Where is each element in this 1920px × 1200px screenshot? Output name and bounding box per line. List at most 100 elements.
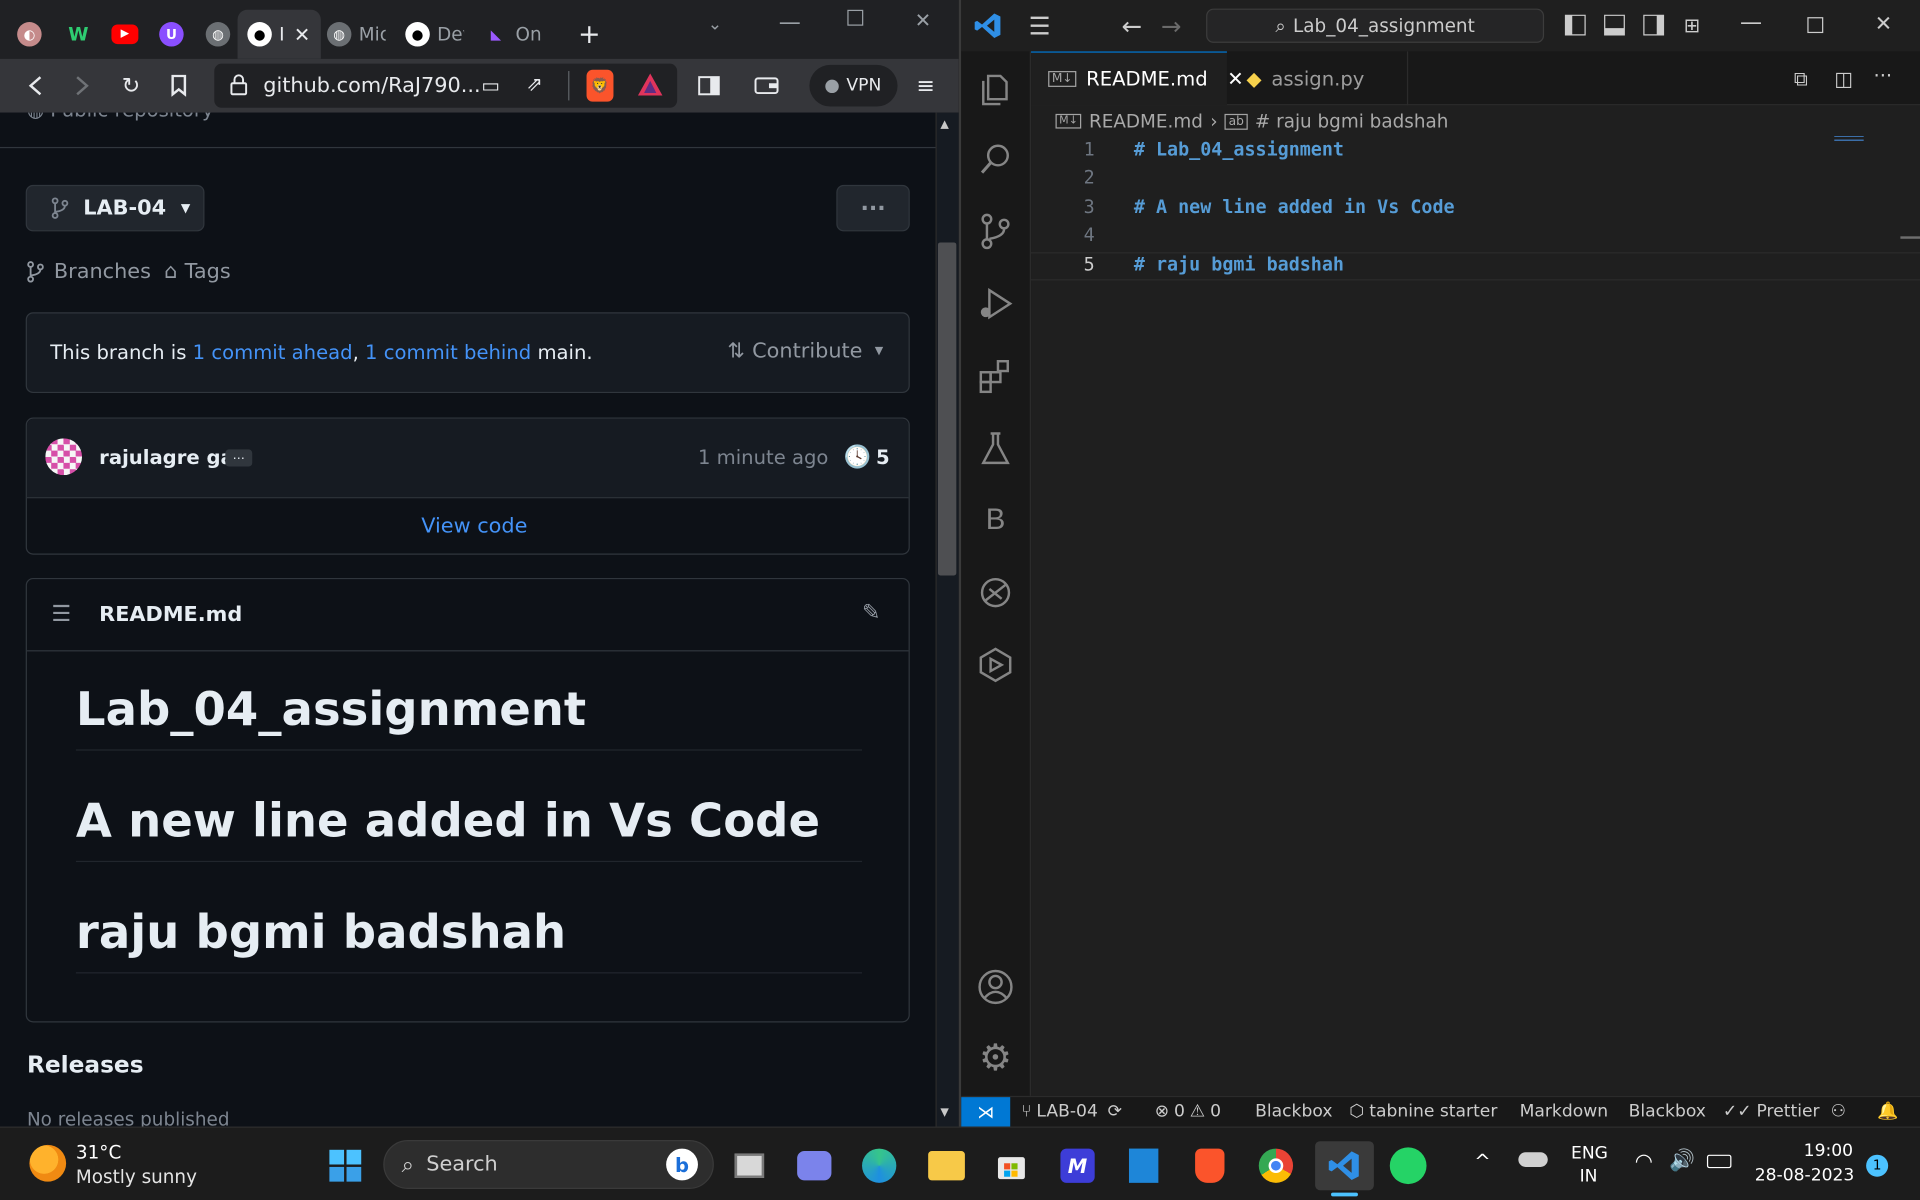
- customize-layout-icon[interactable]: ⊞: [1684, 13, 1700, 36]
- forward-icon[interactable]: [67, 71, 96, 100]
- tab-youtube[interactable]: ▶: [111, 10, 139, 59]
- status-language[interactable]: Markdown: [1520, 1102, 1609, 1122]
- reload-icon[interactable]: ↻: [116, 71, 145, 100]
- new-tab-icon[interactable]: +: [578, 20, 601, 51]
- minimize-icon[interactable]: —: [1740, 10, 1762, 36]
- toggle-panel-icon[interactable]: [1604, 14, 1625, 36]
- address-bar[interactable]: github.com/RaJ790... ▭ ⇗ 🦁: [214, 63, 678, 108]
- commits-behind-link[interactable]: 1 commit behind: [365, 340, 531, 363]
- blackbox-icon[interactable]: B: [973, 498, 1017, 542]
- feedback-icon[interactable]: ⚇: [1831, 1102, 1846, 1122]
- back-icon[interactable]: [21, 71, 50, 100]
- ms-store-icon[interactable]: [987, 1141, 1036, 1190]
- weather-sun-icon[interactable]: [29, 1144, 67, 1182]
- volume-icon[interactable]: 🔊: [1669, 1149, 1695, 1173]
- show-hidden-icons-icon[interactable]: ^: [1474, 1150, 1490, 1173]
- toggle-sidebar-icon[interactable]: [1564, 14, 1586, 36]
- command-center-search[interactable]: ⌕ Lab_04_assignment: [1206, 8, 1545, 43]
- scrollbar-thumb[interactable]: [937, 242, 957, 576]
- more-actions-icon[interactable]: ···: [1873, 64, 1892, 87]
- extensions-icon[interactable]: [973, 354, 1017, 398]
- edit-pencil-icon[interactable]: ✎: [862, 600, 880, 626]
- sidebar-icon[interactable]: [694, 71, 723, 100]
- tab-github-active[interactable]: ● I ✕: [237, 9, 321, 59]
- source-control-icon[interactable]: [973, 209, 1017, 253]
- code-line[interactable]: 1 # Lab_04_assignment: [1031, 138, 1920, 166]
- wifi-icon[interactable]: ◠: [1635, 1150, 1653, 1174]
- vscode-taskbar-icon[interactable]: [1315, 1141, 1374, 1191]
- status-tabnine[interactable]: ⬡ tabnine starter: [1349, 1102, 1497, 1122]
- battery-icon[interactable]: [1706, 1154, 1732, 1169]
- branches-link[interactable]: Branches: [27, 260, 151, 284]
- start-button[interactable]: [321, 1141, 370, 1190]
- maximize-icon[interactable]: [1807, 17, 1824, 34]
- brave-browser-icon[interactable]: [1185, 1141, 1234, 1190]
- vpn-button[interactable]: VPN: [809, 64, 898, 107]
- breadcrumb-file[interactable]: README.md: [1089, 110, 1203, 132]
- settings-gear-icon[interactable]: ⚙: [973, 1036, 1017, 1080]
- tab-profile[interactable]: ◐: [17, 10, 42, 59]
- status-branch[interactable]: ⑂ LAB-04 ⟳: [1021, 1102, 1122, 1122]
- status-blackbox[interactable]: Blackbox: [1255, 1102, 1332, 1122]
- clock-time[interactable]: 19:00: [1804, 1141, 1853, 1161]
- tags-link[interactable]: ⌂ Tags: [164, 260, 231, 284]
- outline-icon[interactable]: ☰: [51, 601, 71, 627]
- status-prettier[interactable]: ✓✓ Prettier: [1723, 1102, 1820, 1122]
- menu-icon[interactable]: ≡: [911, 71, 940, 100]
- brave-shields-icon[interactable]: 🦁: [586, 69, 614, 102]
- tab-microsoft[interactable]: ◍ Mic: [326, 10, 386, 59]
- weather-temp[interactable]: 31°C: [76, 1141, 121, 1163]
- run-debug-icon[interactable]: [973, 282, 1017, 326]
- close-tab-icon[interactable]: ✕: [294, 23, 310, 46]
- taskbar-search[interactable]: ⌕ Search b: [383, 1140, 714, 1189]
- tab-assign-py[interactable]: ◆ assign.py: [1227, 51, 1409, 106]
- share-icon[interactable]: ⇗: [527, 72, 543, 95]
- wallet-icon[interactable]: [752, 71, 781, 100]
- tab-globe[interactable]: ◍: [205, 10, 231, 59]
- code-line[interactable]: 2: [1031, 167, 1920, 195]
- onedrive-icon[interactable]: [1518, 1152, 1548, 1167]
- status-problems[interactable]: ⊗ 0 ⚠ 0: [1155, 1102, 1221, 1122]
- split-editor-icon[interactable]: ◫: [1834, 67, 1853, 90]
- chrome-icon[interactable]: [1251, 1141, 1300, 1190]
- accounts-icon[interactable]: [973, 965, 1017, 1009]
- scroll-up-icon[interactable]: ▲: [940, 119, 948, 131]
- testing-icon[interactable]: [973, 426, 1017, 470]
- search-icon[interactable]: [973, 137, 1017, 181]
- weather-desc[interactable]: Mostly sunny: [76, 1166, 197, 1188]
- contribute-button[interactable]: ⇅ Contribute ▼: [727, 339, 883, 363]
- minimize-icon[interactable]: —: [779, 10, 801, 36]
- commit-author[interactable]: rajulagre ga: [99, 446, 234, 469]
- notification-badge[interactable]: 1: [1866, 1154, 1889, 1177]
- tab-wire[interactable]: W: [66, 10, 90, 59]
- tab-dev[interactable]: ● Dev: [405, 10, 464, 59]
- scroll-down-icon[interactable]: ▼: [940, 1107, 948, 1119]
- cast-icon[interactable]: ▭: [481, 73, 500, 96]
- language-region[interactable]: IN: [1580, 1167, 1598, 1187]
- status-blackbox[interactable]: Blackbox: [1629, 1102, 1706, 1122]
- whatsapp-icon[interactable]: [1384, 1141, 1433, 1190]
- close-window-icon[interactable]: ✕: [1875, 12, 1892, 36]
- nav-back-icon[interactable]: ←: [1122, 11, 1143, 40]
- file-explorer-icon[interactable]: [922, 1141, 971, 1190]
- code-line[interactable]: 4: [1031, 224, 1920, 252]
- toggle-secondary-sidebar-icon[interactable]: [1643, 14, 1665, 36]
- avatar[interactable]: [45, 438, 83, 476]
- edge-icon[interactable]: [855, 1141, 904, 1190]
- breadcrumb-symbol[interactable]: # raju bgmi badshah: [1255, 110, 1448, 132]
- remote-indicator-icon[interactable]: ⋊: [961, 1097, 1011, 1128]
- mathpix-icon[interactable]: M: [1053, 1141, 1102, 1190]
- nav-forward-icon[interactable]: →: [1161, 11, 1182, 40]
- bookmark-icon[interactable]: [164, 71, 193, 100]
- task-view-icon[interactable]: [725, 1141, 774, 1190]
- branch-selector[interactable]: LAB-04 ▼: [25, 184, 205, 232]
- commits-ahead-link[interactable]: 1 commit ahead: [193, 340, 353, 363]
- notifications-bell-icon[interactable]: 🔔: [1877, 1102, 1898, 1122]
- language-code[interactable]: ENG: [1571, 1144, 1608, 1164]
- close-window-icon[interactable]: ✕: [915, 9, 931, 32]
- releases-heading[interactable]: Releases: [27, 1052, 144, 1079]
- explorer-icon[interactable]: [973, 66, 1017, 110]
- brave-rewards-icon[interactable]: [637, 71, 664, 103]
- commit-history-link[interactable]: 🕓 5: [844, 444, 890, 470]
- more-options-button[interactable]: ···: [836, 184, 910, 232]
